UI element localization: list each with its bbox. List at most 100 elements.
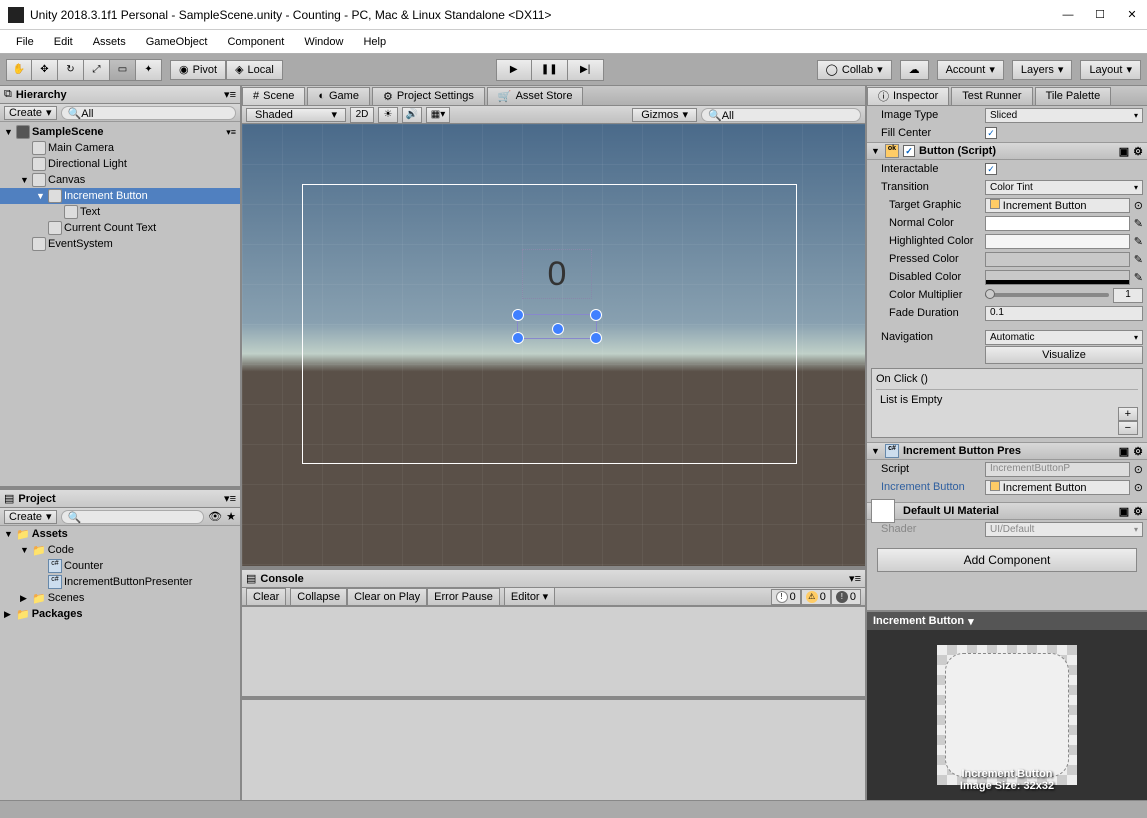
- gizmos-dropdown[interactable]: Gizmos ▾: [632, 108, 697, 122]
- menu-gameobject[interactable]: GameObject: [136, 33, 218, 51]
- button-enabled-checkbox[interactable]: [903, 145, 915, 157]
- onclick-remove[interactable]: −: [1118, 421, 1138, 435]
- console-clear[interactable]: Clear: [246, 588, 286, 606]
- project-item-code[interactable]: ▼📁Code: [0, 542, 240, 558]
- project-item-counter[interactable]: ▶c#Counter: [0, 558, 240, 574]
- menu-assets[interactable]: Assets: [83, 33, 136, 51]
- step-button[interactable]: ▶|: [568, 59, 604, 81]
- color-mult-value[interactable]: 1: [1113, 288, 1143, 303]
- tab-inspector[interactable]: ⓘInspector: [867, 87, 949, 105]
- scene-root[interactable]: ▼ SampleScene ▾≡: [0, 124, 240, 140]
- hierarchy-item-main-camera[interactable]: ▶Main Camera: [0, 140, 240, 156]
- tab-project-settings[interactable]: ⚙Project Settings: [372, 87, 485, 105]
- color-mult-slider[interactable]: [985, 293, 1109, 297]
- project-packages[interactable]: ▶📁Packages: [0, 606, 240, 622]
- console-menu[interactable]: ▾≡: [849, 572, 861, 585]
- fade-field[interactable]: 0.1: [985, 306, 1143, 321]
- hierarchy-item-directional-light[interactable]: ▶Directional Light: [0, 156, 240, 172]
- menu-help[interactable]: Help: [353, 33, 396, 51]
- incbtn-field[interactable]: Increment Button: [985, 480, 1130, 495]
- cloud-button[interactable]: ☁: [900, 60, 929, 80]
- rect-tool[interactable]: ▭: [110, 59, 136, 81]
- minimize-button[interactable]: —: [1061, 8, 1075, 22]
- hierarchy-item-text[interactable]: ▶Text: [0, 204, 240, 220]
- console-clear-on-play[interactable]: Clear on Play: [347, 588, 427, 606]
- console-collapse[interactable]: Collapse: [290, 588, 347, 606]
- presenter-component-header[interactable]: ▼ c# Increment Button Pres ▣ ⚙: [867, 442, 1147, 460]
- tab-tile-palette[interactable]: Tile Palette: [1035, 87, 1112, 105]
- hierarchy-item-canvas[interactable]: ▼Canvas: [0, 172, 240, 188]
- preview-header[interactable]: Increment Button ▾: [867, 612, 1147, 630]
- highlighted-color-swatch[interactable]: [985, 234, 1130, 249]
- scene-search[interactable]: 🔍All: [701, 108, 861, 122]
- current-count-text-object[interactable]: 0: [522, 249, 592, 299]
- layout-dropdown[interactable]: Layout ▾: [1080, 60, 1141, 80]
- gear-icon[interactable]: ⚙: [1133, 145, 1143, 158]
- eyedropper-icon[interactable]: ✎: [1134, 253, 1143, 266]
- gear-icon[interactable]: ⚙: [1133, 445, 1143, 458]
- toggle-light[interactable]: ☀: [378, 107, 398, 123]
- console-editor[interactable]: Editor ▾: [504, 587, 555, 606]
- local-toggle[interactable]: ◈ Local: [226, 60, 283, 80]
- tab-asset-store[interactable]: 🛒Asset Store: [487, 87, 584, 105]
- image-type-dropdown[interactable]: Sliced: [985, 108, 1143, 123]
- visualize-button[interactable]: Visualize: [985, 346, 1143, 364]
- toggle-2d[interactable]: 2D: [350, 107, 374, 123]
- menu-window[interactable]: Window: [294, 33, 353, 51]
- shading-mode[interactable]: Shaded▾: [246, 108, 346, 122]
- hierarchy-menu[interactable]: ▾≡: [224, 88, 236, 101]
- pivot-toggle[interactable]: ◉ Pivot: [170, 60, 226, 80]
- help-icon[interactable]: ▣: [1119, 505, 1129, 518]
- hierarchy-item-current-count-text[interactable]: ▶Current Count Text: [0, 220, 240, 236]
- menu-component[interactable]: Component: [217, 33, 294, 51]
- increment-button-object[interactable]: [517, 314, 597, 339]
- project-search[interactable]: 🔍: [61, 510, 205, 524]
- eyedropper-icon[interactable]: ✎: [1134, 217, 1143, 230]
- hierarchy-item-eventsystem[interactable]: ▶EventSystem: [0, 236, 240, 252]
- scene-view[interactable]: 0: [242, 124, 865, 566]
- fill-center-checkbox[interactable]: [985, 127, 997, 139]
- target-graphic-field[interactable]: Increment Button: [985, 198, 1130, 213]
- tab-scene[interactable]: #Scene: [242, 87, 305, 105]
- console-info-count[interactable]: !0: [771, 589, 801, 605]
- project-filter-icon[interactable]: 👁: [208, 510, 222, 523]
- hierarchy-create[interactable]: Create ▾: [4, 106, 57, 120]
- account-dropdown[interactable]: Account ▾: [937, 60, 1004, 80]
- shader-dropdown[interactable]: UI/Default: [985, 522, 1143, 537]
- button-component-header[interactable]: ▼ ok Button (Script) ▣ ⚙: [867, 142, 1147, 160]
- project-menu[interactable]: ▾≡: [224, 492, 236, 505]
- navigation-dropdown[interactable]: Automatic: [985, 330, 1143, 345]
- tab-test-runner[interactable]: Test Runner: [951, 87, 1032, 105]
- eyedropper-icon[interactable]: ✎: [1134, 271, 1143, 284]
- hierarchy-search[interactable]: 🔍All: [61, 106, 236, 120]
- project-star-icon[interactable]: ★: [226, 510, 236, 523]
- pressed-color-swatch[interactable]: [985, 252, 1130, 267]
- maximize-button[interactable]: ☐: [1093, 8, 1107, 22]
- menu-file[interactable]: File: [6, 33, 44, 51]
- close-button[interactable]: ✕: [1125, 8, 1139, 22]
- scale-tool[interactable]: ⤢: [84, 59, 110, 81]
- add-component-button[interactable]: Add Component: [877, 548, 1137, 572]
- project-item-scenes[interactable]: ▶📁Scenes: [0, 590, 240, 606]
- onclick-add[interactable]: +: [1118, 407, 1138, 421]
- material-header[interactable]: Default UI Material ▣ ⚙: [867, 502, 1147, 520]
- transition-dropdown[interactable]: Color Tint: [985, 180, 1143, 195]
- tab-game[interactable]: ◐Game: [307, 87, 370, 105]
- scene-menu[interactable]: ▾≡: [226, 127, 236, 138]
- object-picker-icon[interactable]: ⊙: [1134, 481, 1143, 494]
- toggle-fx[interactable]: ▦▾: [426, 107, 450, 123]
- disabled-color-swatch[interactable]: [985, 270, 1130, 285]
- script-field[interactable]: IncrementButtonP: [985, 462, 1130, 477]
- toggle-audio[interactable]: 🔊: [402, 107, 422, 123]
- transform-tool[interactable]: ✦: [136, 59, 162, 81]
- collab-dropdown[interactable]: ◯ Collab ▾: [817, 60, 892, 80]
- normal-color-swatch[interactable]: [985, 216, 1130, 231]
- help-icon[interactable]: ▣: [1119, 145, 1129, 158]
- console-warn-count[interactable]: ⚠0: [801, 589, 831, 605]
- console-err-count[interactable]: !0: [831, 589, 861, 605]
- hierarchy-item-increment-button[interactable]: ▼Increment Button: [0, 188, 240, 204]
- gear-icon[interactable]: ⚙: [1133, 505, 1143, 518]
- interactable-checkbox[interactable]: [985, 163, 997, 175]
- rotate-tool[interactable]: ↻: [58, 59, 84, 81]
- project-create[interactable]: Create ▾: [4, 510, 57, 524]
